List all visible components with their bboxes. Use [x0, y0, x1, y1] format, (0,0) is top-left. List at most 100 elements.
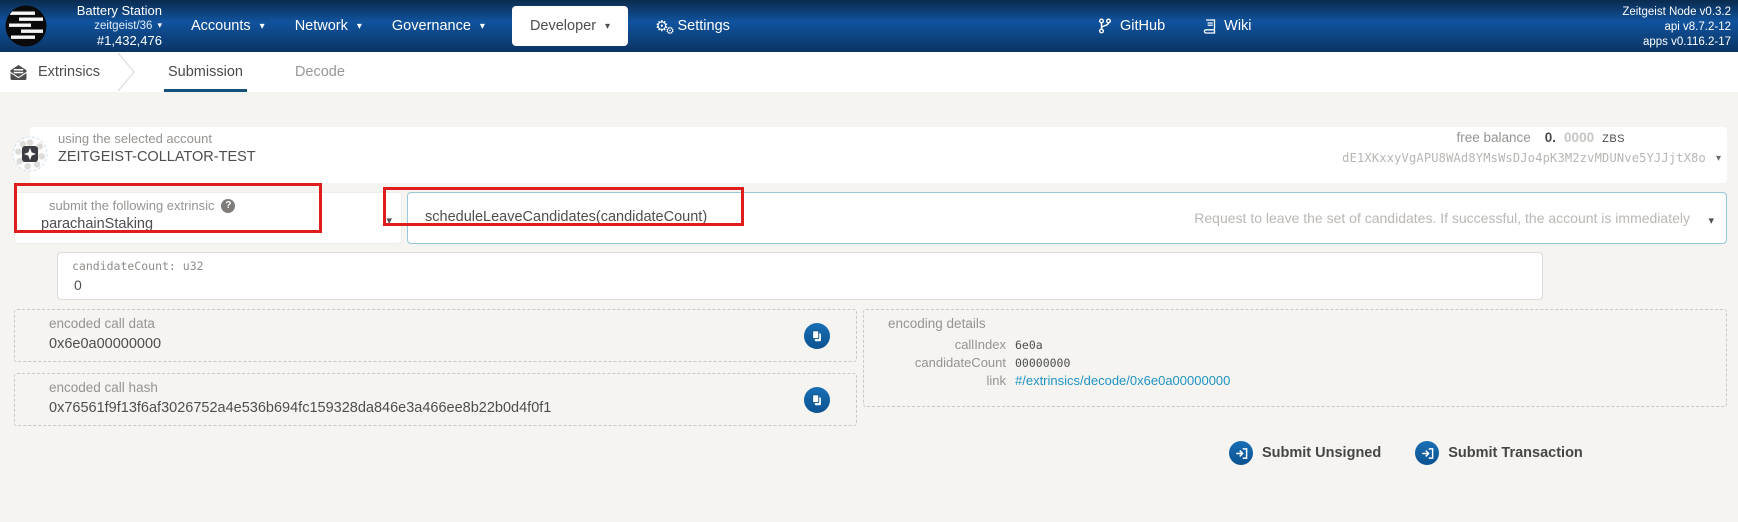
- runtime-name: zeitgeist/36 ▾: [94, 19, 162, 33]
- tab-label: Submission: [168, 64, 243, 80]
- nav-label: Governance: [392, 18, 471, 34]
- tab-submission[interactable]: Submission: [162, 52, 249, 92]
- chevron-down-icon: ▾: [480, 21, 485, 32]
- nav-item-settings[interactable]: ⚙⚙ Settings: [640, 0, 745, 52]
- version-info: Zeitgeist Node v0.3.2 api v8.7.2-12 apps…: [1622, 5, 1731, 50]
- detail-value: 00000000: [1015, 356, 1070, 370]
- submit-transaction-button[interactable]: Submit Transaction: [1415, 441, 1583, 465]
- detail-key: candidateCount: [864, 355, 1006, 370]
- code-branch-icon: [1098, 18, 1112, 34]
- nav-item-accounts[interactable]: Accounts ▾: [176, 0, 280, 52]
- free-balance: free balance 0. 0000 ZBS: [1456, 130, 1625, 145]
- wiki-link[interactable]: Wiki: [1203, 18, 1251, 34]
- sign-in-icon: [1415, 441, 1439, 465]
- breadcrumb-divider: [112, 52, 142, 92]
- extrinsics-icon: [9, 64, 28, 81]
- section-header: Extrinsics: [0, 64, 112, 81]
- nav-item-governance[interactable]: Governance ▾: [377, 0, 500, 52]
- encoded-call-hash-value: 0x76561f9f13f6af3026752a4e536b694fc15932…: [49, 400, 551, 416]
- page-title: Extrinsics: [38, 64, 100, 80]
- tab-label: Decode: [295, 64, 345, 80]
- zeitgeist-logo-svg: [5, 5, 47, 47]
- node-version: Zeitgeist Node v0.3.2: [1622, 5, 1731, 20]
- chevron-down-icon: ▾: [260, 21, 265, 32]
- balance-decimals: 0000: [1564, 130, 1594, 145]
- param-candidate-count-input[interactable]: candidateCount: u32 0: [57, 252, 1543, 300]
- detail-key: link: [864, 373, 1006, 388]
- encoded-call-data-value: 0x6e0a00000000: [49, 336, 161, 352]
- copy-call-data-button[interactable]: [804, 323, 830, 349]
- detail-row-call-index: callIndex 6e0a: [864, 337, 1716, 352]
- decode-link[interactable]: #/extrinsics/decode/0x6e0a00000000: [1015, 373, 1230, 388]
- balance-unit: ZBS: [1602, 133, 1625, 145]
- submit-transaction-label: Submit Transaction: [1448, 445, 1583, 461]
- runtime-label: zeitgeist/36: [94, 19, 152, 33]
- copy-icon: [810, 329, 824, 343]
- param-label: candidateCount: u32: [72, 259, 204, 273]
- chain-name: Battery Station: [77, 3, 162, 19]
- help-icon[interactable]: ?: [221, 199, 235, 213]
- encoding-details-panel: encoding details callIndex 6e0a candidat…: [863, 309, 1727, 407]
- best-block-number: #1,432,476: [97, 33, 162, 49]
- selected-section: parachainStaking: [41, 216, 153, 232]
- account-identicon[interactable]: [12, 136, 48, 172]
- account-field-label: using the selected account: [58, 131, 212, 146]
- detail-key: callIndex: [864, 337, 1006, 352]
- chevron-down-icon: ▾: [386, 214, 392, 227]
- apps-version: apps v0.116.2-17: [1622, 35, 1731, 50]
- detail-row-link: link #/extrinsics/decode/0x6e0a00000000: [864, 373, 1716, 388]
- top-nav-bar: Battery Station zeitgeist/36 ▾ #1,432,47…: [0, 0, 1738, 52]
- chain-selector[interactable]: Battery Station zeitgeist/36 ▾ #1,432,47…: [56, 3, 162, 50]
- selected-method: scheduleLeaveCandidates(candidateCount): [425, 209, 707, 225]
- selected-account-name: ZEITGEIST-COLLATOR-TEST: [58, 149, 256, 165]
- account-address: dE1XKxxyVgAPU8WAd8YMsWsDJo4pK3M2zvMDUNve…: [1342, 151, 1706, 165]
- api-version: api v8.7.2-12: [1622, 20, 1731, 35]
- chevron-down-icon: ▾: [605, 21, 610, 32]
- encoding-details-rows: callIndex 6e0a candidateCount 00000000 l…: [864, 337, 1716, 388]
- chevron-down-icon: ▾: [357, 21, 362, 32]
- encoded-call-data-label: encoded call data: [49, 316, 155, 331]
- copy-icon: [810, 393, 824, 407]
- extrinsic-field-label-text: submit the following extrinsic: [49, 198, 214, 213]
- encoded-call-hash-output: encoded call hash 0x76561f9f13f6af302675…: [14, 373, 857, 426]
- main-nav: Accounts ▾ Network ▾ Governance ▾ Develo…: [176, 0, 745, 52]
- nav-item-developer[interactable]: Developer ▾: [512, 6, 628, 46]
- github-link[interactable]: GitHub: [1098, 18, 1165, 34]
- nav-item-network[interactable]: Network ▾: [280, 0, 377, 52]
- param-value: 0: [74, 277, 82, 293]
- chevron-down-icon[interactable]: ▾: [1716, 153, 1721, 164]
- detail-value: 6e0a: [1015, 338, 1043, 352]
- settings-gears-icon: ⚙⚙: [655, 19, 668, 34]
- method-description: Request to leave the set of candidates. …: [1194, 210, 1690, 226]
- extrinsics-page: Battery Station zeitgeist/36 ▾ #1,432,47…: [0, 0, 1738, 522]
- detail-row-candidate-count: candidateCount 00000000: [864, 355, 1716, 370]
- github-label: GitHub: [1120, 18, 1165, 34]
- zeitgeist-logo-icon[interactable]: [5, 5, 47, 47]
- extrinsic-method-dropdown[interactable]: scheduleLeaveCandidates(candidateCount) …: [407, 192, 1727, 244]
- identicon-svg: [12, 136, 48, 172]
- copy-call-hash-button[interactable]: [804, 387, 830, 413]
- nav-label: Network: [295, 18, 348, 34]
- free-balance-label: free balance: [1456, 130, 1530, 145]
- extrinsic-section-dropdown[interactable]: submit the following extrinsic ? paracha…: [14, 192, 402, 244]
- submit-unsigned-button[interactable]: Submit Unsigned: [1229, 441, 1381, 465]
- nav-label: Developer: [530, 18, 596, 34]
- encoding-details-label: encoding details: [888, 316, 986, 331]
- tab-decode[interactable]: Decode: [289, 52, 351, 92]
- chevron-down-icon: ▾: [157, 20, 162, 31]
- encoded-call-hash-label: encoded call hash: [49, 380, 158, 395]
- external-links: GitHub Wiki: [1098, 0, 1252, 52]
- submit-actions: Submit Unsigned Submit Transaction: [1229, 441, 1583, 465]
- balance-whole: 0.: [1545, 130, 1556, 145]
- account-address-row: dE1XKxxyVgAPU8WAd8YMsWsDJo4pK3M2zvMDUNve…: [1342, 151, 1721, 165]
- chevron-down-icon: ▾: [1708, 214, 1714, 227]
- extrinsic-field-label: submit the following extrinsic ?: [49, 198, 235, 213]
- gear-small-icon: ⚙: [666, 27, 675, 37]
- wiki-label: Wiki: [1224, 18, 1251, 34]
- page-tab-bar: Extrinsics Submission Decode: [0, 52, 1738, 92]
- book-icon: [1203, 19, 1216, 34]
- nav-label: Accounts: [191, 18, 251, 34]
- encoded-call-data-output: encoded call data 0x6e0a00000000: [14, 309, 857, 362]
- sign-in-icon: [1229, 441, 1253, 465]
- submit-unsigned-label: Submit Unsigned: [1262, 445, 1381, 461]
